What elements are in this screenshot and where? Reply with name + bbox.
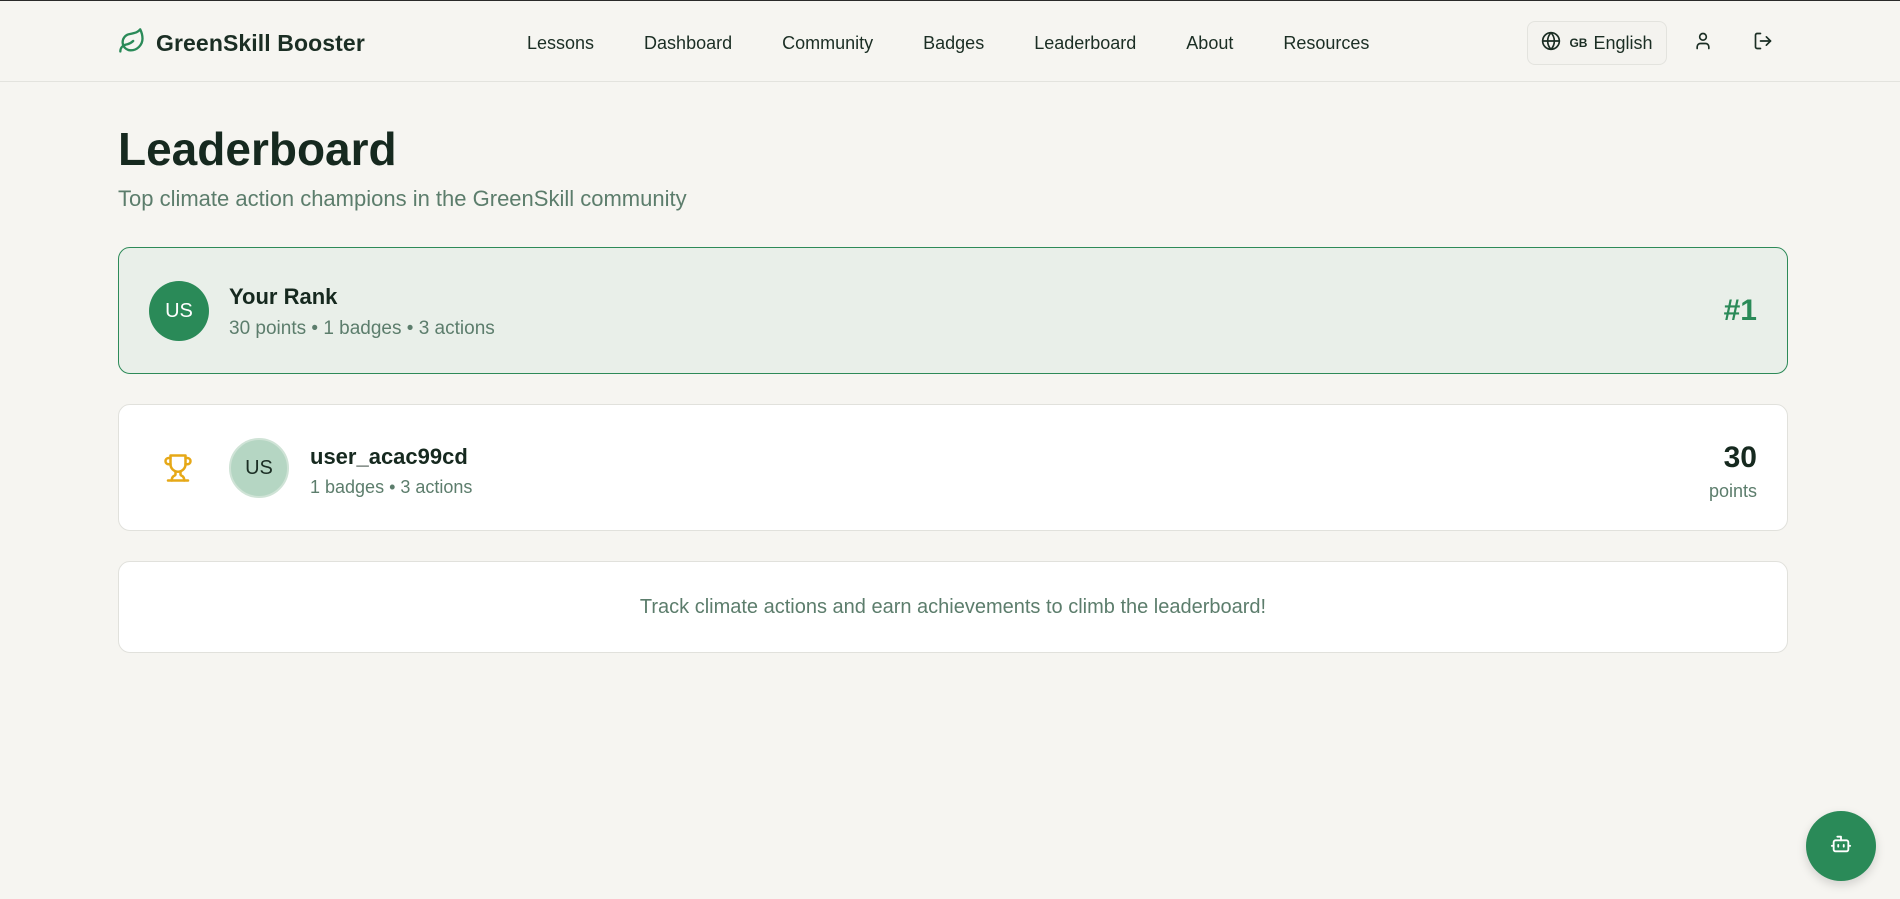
nav-lessons[interactable]: Lessons — [527, 25, 619, 62]
leaf-icon — [118, 27, 146, 60]
entry-username: user_acac99cd — [310, 444, 468, 469]
nav-leaderboard[interactable]: Leaderboard — [1009, 25, 1161, 62]
entry-points: 30 — [1723, 441, 1757, 474]
profile-button[interactable] — [1685, 25, 1721, 61]
info-text: Track climate actions and earn achieveme… — [639, 595, 1267, 618]
bot-icon — [1830, 833, 1852, 860]
nav-community[interactable]: Community — [757, 25, 898, 62]
page-subtitle: Top climate action champions in the Gree… — [118, 186, 687, 211]
nav-dashboard[interactable]: Dashboard — [619, 25, 757, 62]
avatar: US — [229, 438, 289, 498]
leaderboard-entry: US user_acac99cd 1 badges • 3 actions 30… — [118, 404, 1788, 531]
entry-points-label: points — [1708, 481, 1757, 501]
info-card: Track climate actions and earn achieveme… — [118, 561, 1788, 653]
avatar: US — [149, 281, 209, 341]
user-icon — [1693, 31, 1713, 56]
nav-resources[interactable]: Resources — [1258, 25, 1394, 62]
nav-about[interactable]: About — [1161, 25, 1258, 62]
top-navbar: GreenSkill Booster Lessons Dashboard Com… — [0, 0, 1900, 82]
language-selector[interactable]: GB English — [1527, 21, 1667, 65]
trophy-icon — [163, 453, 193, 483]
page-title: Leaderboard — [118, 123, 397, 175]
rank-number: #1 — [1723, 294, 1757, 327]
globe-icon — [1541, 31, 1561, 56]
your-rank-label: Your Rank — [229, 284, 338, 309]
nav-badges[interactable]: Badges — [898, 25, 1009, 62]
language-label: English — [1593, 32, 1653, 53]
entry-stats: 1 badges • 3 actions — [310, 477, 473, 497]
logout-button[interactable] — [1745, 25, 1781, 61]
main-nav: Lessons Dashboard Community Badges Leade… — [527, 25, 1394, 61]
brand-name: GreenSkill Booster — [156, 29, 365, 56]
brand-logo[interactable]: GreenSkill Booster — [118, 25, 365, 61]
language-flag: GB — [1569, 36, 1588, 50]
logout-icon — [1753, 31, 1773, 56]
your-rank-card: US Your Rank 30 points • 1 badges • 3 ac… — [118, 247, 1788, 374]
chatbot-button[interactable] — [1806, 811, 1876, 881]
your-rank-stats: 30 points • 1 badges • 3 actions — [229, 318, 495, 339]
